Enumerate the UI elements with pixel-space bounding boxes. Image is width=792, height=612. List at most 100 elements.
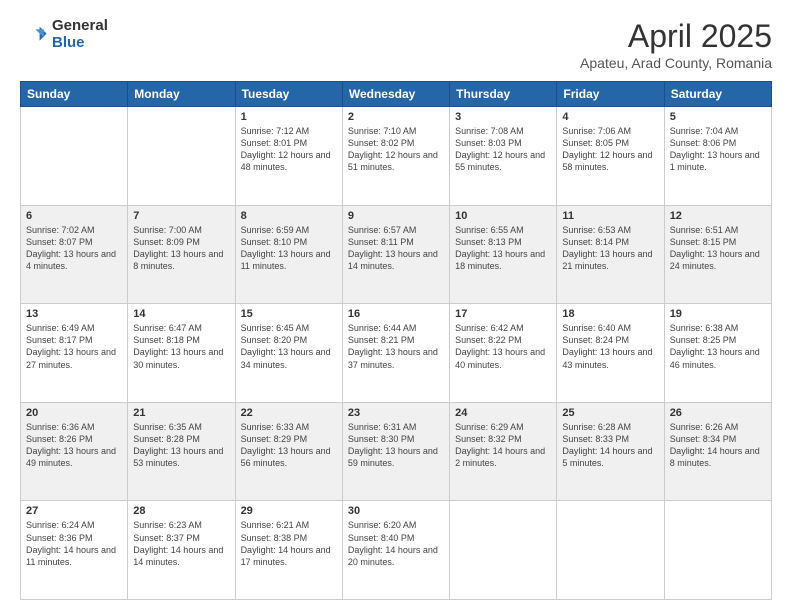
day-number: 28 — [133, 505, 229, 517]
day-info: Sunrise: 6:53 AMSunset: 8:14 PMDaylight:… — [562, 224, 658, 273]
table-row: 18 Sunrise: 6:40 AMSunset: 8:24 PMDayligh… — [557, 304, 664, 403]
table-row: 16Sunrise: 6:44 AMSunset: 8:21 PMDayligh… — [342, 304, 449, 403]
logo-text: General Blue — [52, 18, 108, 51]
day-number: 24 — [455, 407, 551, 419]
day-number: 15 — [241, 308, 337, 320]
day-number: 23 — [348, 407, 444, 419]
day-info: Sunrise: 7:02 AMSunset: 8:07 PMDaylight:… — [26, 224, 122, 273]
day-number: 8 — [241, 210, 337, 222]
day-number: 4 — [562, 111, 658, 123]
day-number: 1 — [241, 111, 337, 123]
day-number: 11 — [562, 210, 658, 222]
header: General Blue April 2025 Apateu, Arad Cou… — [20, 18, 772, 71]
col-monday: Monday — [128, 82, 235, 107]
day-number: 14 — [133, 308, 229, 320]
table-row: 5Sunrise: 7:04 AMSunset: 8:06 PMDaylight… — [664, 107, 771, 206]
table-row: 10 Sunrise: 6:55 AMSunset: 8:13 PMDayligh… — [450, 205, 557, 304]
day-info: Sunrise: 7:12 AMSunset: 8:01 PMDaylight:… — [241, 125, 337, 174]
table-row: 12 Sunrise: 6:51 AMSunset: 8:15 PMDayligh… — [664, 205, 771, 304]
table-row: 11 Sunrise: 6:53 AMSunset: 8:14 PMDayligh… — [557, 205, 664, 304]
day-number: 30 — [348, 505, 444, 517]
table-row — [450, 501, 557, 600]
table-row: 20 Sunrise: 6:36 AMSunset: 8:26 PMDayligh… — [21, 402, 128, 501]
day-number: 9 — [348, 210, 444, 222]
table-row — [664, 501, 771, 600]
day-number: 20 — [26, 407, 122, 419]
table-row: 22Sunrise: 6:33 AMSunset: 8:29 PMDayligh… — [235, 402, 342, 501]
day-info: Sunrise: 6:20 AMSunset: 8:40 PMDaylight:… — [348, 519, 444, 568]
day-info: Sunrise: 7:08 AMSunset: 8:03 PMDaylight:… — [455, 125, 551, 174]
day-info: Sunrise: 6:21 AMSunset: 8:38 PMDaylight:… — [241, 519, 337, 568]
calendar-table: Sunday Monday Tuesday Wednesday Thursday… — [20, 81, 772, 600]
table-row: 24 Sunrise: 6:29 AMSunset: 8:32 PMDayligh… — [450, 402, 557, 501]
calendar-week-row: 13 Sunrise: 6:49 AMSunset: 8:17 PMDayligh… — [21, 304, 772, 403]
day-info: Sunrise: 6:35 AMSunset: 8:28 PMDaylight:… — [133, 421, 229, 470]
location: Apateu, Arad County, Romania — [580, 55, 772, 71]
table-row: 26 Sunrise: 6:26 AMSunset: 8:34 PMDayligh… — [664, 402, 771, 501]
table-row: 30 Sunrise: 6:20 AMSunset: 8:40 PMDayligh… — [342, 501, 449, 600]
col-wednesday: Wednesday — [342, 82, 449, 107]
day-info: Sunrise: 6:23 AMSunset: 8:37 PMDaylight:… — [133, 519, 229, 568]
day-number: 10 — [455, 210, 551, 222]
table-row: 1 Sunrise: 7:12 AMSunset: 8:01 PMDaylight… — [235, 107, 342, 206]
table-row: 6 Sunrise: 7:02 AMSunset: 8:07 PMDaylight… — [21, 205, 128, 304]
day-number: 12 — [670, 210, 766, 222]
calendar-week-row: 27 Sunrise: 6:24 AMSunset: 8:36 PMDayligh… — [21, 501, 772, 600]
day-info: Sunrise: 6:49 AMSunset: 8:17 PMDaylight:… — [26, 322, 122, 371]
day-info: Sunrise: 6:57 AMSunset: 8:11 PMDaylight:… — [348, 224, 444, 273]
day-number: 19 — [670, 308, 766, 320]
day-number: 7 — [133, 210, 229, 222]
day-number: 6 — [26, 210, 122, 222]
table-row — [557, 501, 664, 600]
day-info: Sunrise: 7:10 AMSunset: 8:02 PMDaylight:… — [348, 125, 444, 174]
page: General Blue April 2025 Apateu, Arad Cou… — [0, 0, 792, 612]
day-number: 27 — [26, 505, 122, 517]
calendar-header-row: Sunday Monday Tuesday Wednesday Thursday… — [21, 82, 772, 107]
day-number: 16 — [348, 308, 444, 320]
table-row: 14Sunrise: 6:47 AMSunset: 8:18 PMDayligh… — [128, 304, 235, 403]
table-row: 19 Sunrise: 6:38 AMSunset: 8:25 PMDayligh… — [664, 304, 771, 403]
logo-icon — [20, 21, 48, 49]
day-info: Sunrise: 7:00 AMSunset: 8:09 PMDaylight:… — [133, 224, 229, 273]
title-section: April 2025 Apateu, Arad County, Romania — [580, 18, 772, 71]
table-row: 15 Sunrise: 6:45 AMSunset: 8:20 PMDayligh… — [235, 304, 342, 403]
day-info: Sunrise: 6:59 AMSunset: 8:10 PMDaylight:… — [241, 224, 337, 273]
table-row: 13 Sunrise: 6:49 AMSunset: 8:17 PMDayligh… — [21, 304, 128, 403]
table-row — [128, 107, 235, 206]
table-row — [21, 107, 128, 206]
day-info: Sunrise: 6:24 AMSunset: 8:36 PMDaylight:… — [26, 519, 122, 568]
day-info: Sunrise: 6:29 AMSunset: 8:32 PMDaylight:… — [455, 421, 551, 470]
col-tuesday: Tuesday — [235, 82, 342, 107]
logo-blue: Blue — [52, 35, 108, 52]
logo-general: General — [52, 18, 108, 35]
day-info: Sunrise: 6:31 AMSunset: 8:30 PMDaylight:… — [348, 421, 444, 470]
day-number: 22 — [241, 407, 337, 419]
logo: General Blue — [20, 18, 108, 51]
day-info: Sunrise: 6:55 AMSunset: 8:13 PMDaylight:… — [455, 224, 551, 273]
col-saturday: Saturday — [664, 82, 771, 107]
day-info: Sunrise: 6:36 AMSunset: 8:26 PMDaylight:… — [26, 421, 122, 470]
day-info: Sunrise: 6:26 AMSunset: 8:34 PMDaylight:… — [670, 421, 766, 470]
day-info: Sunrise: 6:40 AMSunset: 8:24 PMDaylight:… — [562, 322, 658, 371]
table-row: 17 Sunrise: 6:42 AMSunset: 8:22 PMDayligh… — [450, 304, 557, 403]
table-row: 4Sunrise: 7:06 AMSunset: 8:05 PMDaylight… — [557, 107, 664, 206]
day-info: Sunrise: 6:45 AMSunset: 8:20 PMDaylight:… — [241, 322, 337, 371]
day-info: Sunrise: 6:38 AMSunset: 8:25 PMDaylight:… — [670, 322, 766, 371]
table-row: 27 Sunrise: 6:24 AMSunset: 8:36 PMDayligh… — [21, 501, 128, 600]
table-row: 28 Sunrise: 6:23 AMSunset: 8:37 PMDayligh… — [128, 501, 235, 600]
day-number: 3 — [455, 111, 551, 123]
table-row: 29Sunrise: 6:21 AMSunset: 8:38 PMDayligh… — [235, 501, 342, 600]
day-info: Sunrise: 6:28 AMSunset: 8:33 PMDaylight:… — [562, 421, 658, 470]
day-number: 13 — [26, 308, 122, 320]
month-title: April 2025 — [580, 18, 772, 55]
col-sunday: Sunday — [21, 82, 128, 107]
day-number: 17 — [455, 308, 551, 320]
table-row: 23 Sunrise: 6:31 AMSunset: 8:30 PMDayligh… — [342, 402, 449, 501]
col-friday: Friday — [557, 82, 664, 107]
day-info: Sunrise: 6:51 AMSunset: 8:15 PMDaylight:… — [670, 224, 766, 273]
day-number: 18 — [562, 308, 658, 320]
table-row: 8 Sunrise: 6:59 AMSunset: 8:10 PMDaylight… — [235, 205, 342, 304]
day-info: Sunrise: 6:42 AMSunset: 8:22 PMDaylight:… — [455, 322, 551, 371]
day-number: 26 — [670, 407, 766, 419]
table-row: 2Sunrise: 7:10 AMSunset: 8:02 PMDaylight… — [342, 107, 449, 206]
